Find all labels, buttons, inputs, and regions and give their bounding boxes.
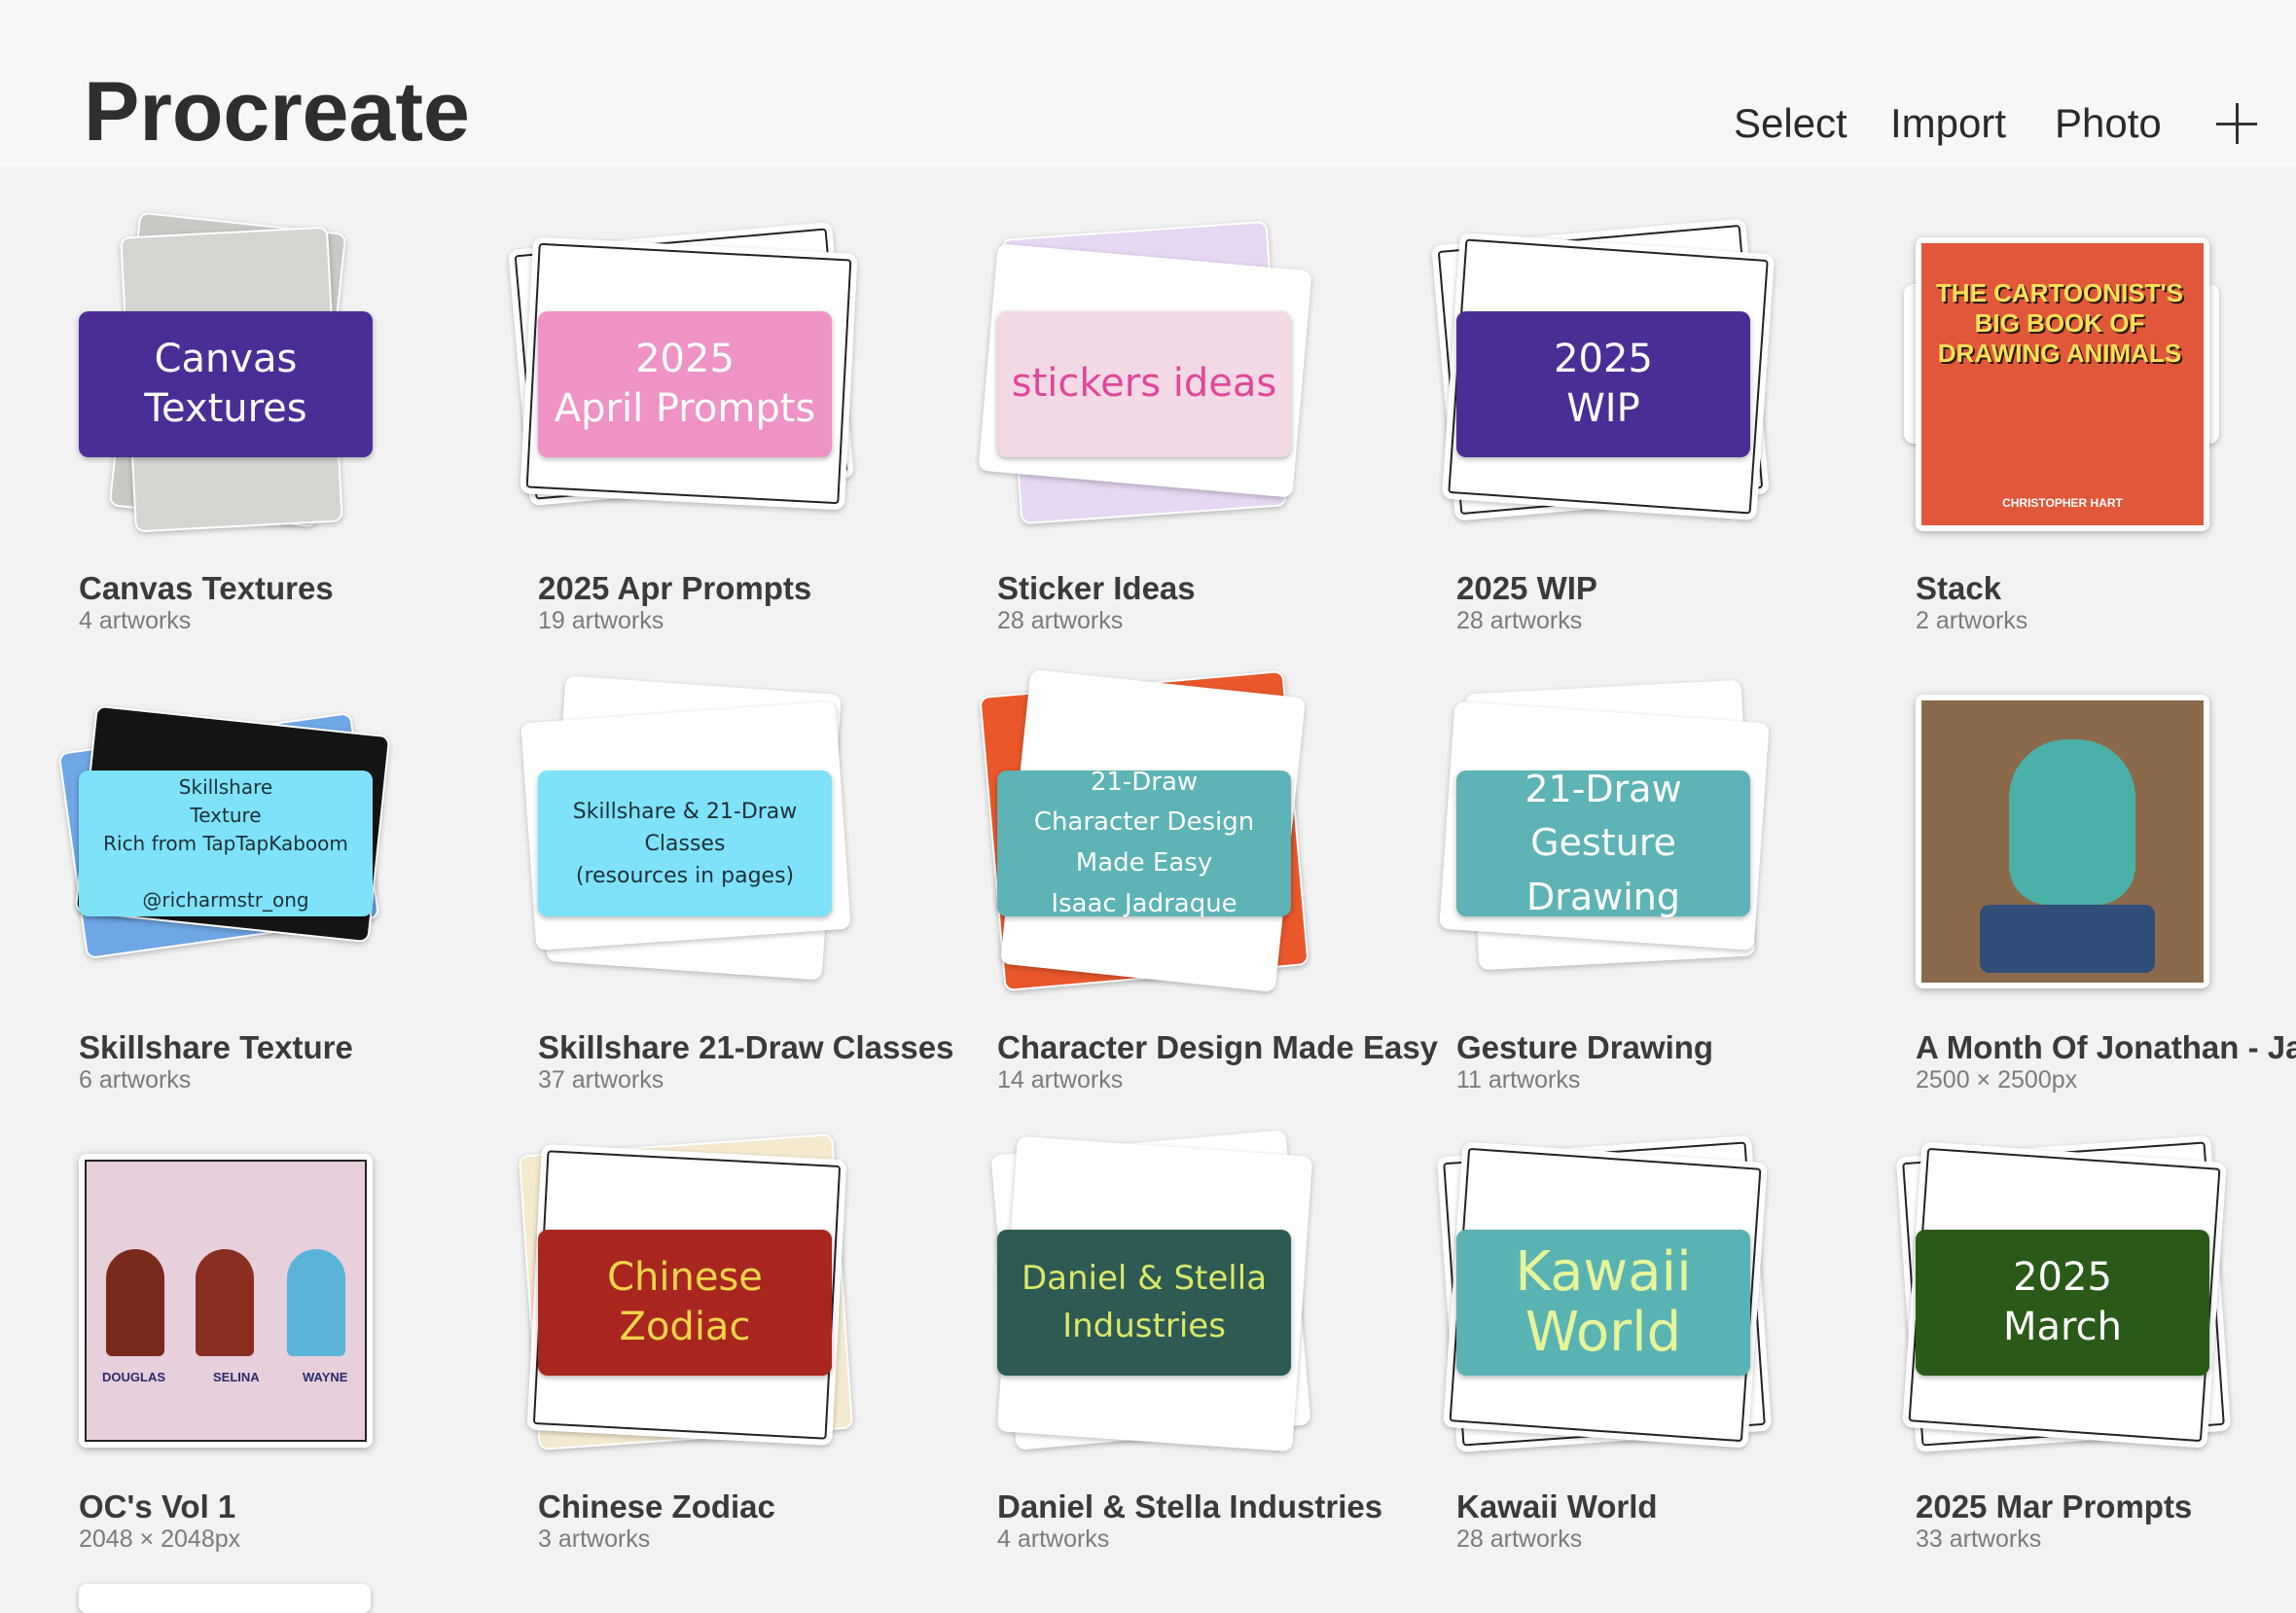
stack-cover: 2025 April Prompts: [538, 311, 832, 457]
gallery-stack-skillshare-texture[interactable]: Skillshare Texture Rich from TapTapKaboo…: [57, 677, 487, 1093]
stack-title: Stack: [1916, 570, 2002, 606]
artwork-count: 4 artworks: [997, 1525, 1110, 1553]
photo-button[interactable]: Photo: [2055, 100, 2162, 147]
gallery-stack-2025-wip[interactable]: 2025 WIP 2025 WIP 28 artworks: [1431, 218, 1865, 634]
artwork-card: [1916, 695, 2209, 988]
top-bar: Procreate Select Import Photo: [0, 0, 2296, 167]
stack-title: 2025 Mar Prompts: [1916, 1488, 2193, 1524]
character-figure: [196, 1249, 254, 1356]
stack-title: 2025 Apr Prompts: [538, 570, 812, 606]
stack-title: Daniel & Stella Industries: [997, 1488, 1383, 1524]
artwork-image: [1921, 700, 2204, 983]
stack-thumbnail: Chinese Zodiac: [518, 1133, 869, 1467]
stack-title: Skillshare 21-Draw Classes: [538, 1029, 954, 1065]
gallery-stack-skillshare-21-draw-classes[interactable]: Skillshare & 21-Draw Classes (resources …: [520, 675, 953, 1093]
artwork-count: 2 artworks: [1916, 607, 2028, 634]
character-figure: [106, 1249, 164, 1356]
book-cover-card: THE CARTOONIST'S BIG BOOK OF DRAWING ANI…: [1916, 237, 2209, 531]
gallery-stack-stack[interactable]: THE CARTOONIST'S BIG BOOK OF DRAWING ANI…: [1904, 218, 2296, 634]
book-author: CHRISTOPHER HART: [2002, 496, 2123, 510]
artwork-image: DOUGLAS SELINA WAYNE: [85, 1160, 367, 1442]
stack-title: Character Design Made Easy: [997, 1029, 1439, 1065]
next-row-peek: [79, 1584, 371, 1613]
artwork-count: 11 artworks: [1456, 1066, 1581, 1093]
stack-title: Kawaii World: [1456, 1488, 1658, 1524]
artwork-thumbnail: DOUGLAS SELINA WAYNE: [79, 1136, 410, 1467]
book-title: THE CARTOONIST'S BIG BOOK OF DRAWING ANI…: [1935, 278, 2184, 369]
gallery-stack-chinese-zodiac[interactable]: Chinese Zodiac Chinese Zodiac 3 artworks: [518, 1133, 947, 1553]
stack-cover: Canvas Textures: [79, 311, 373, 457]
stack-title: Sticker Ideas: [997, 570, 1196, 606]
stool-shape: [1980, 905, 2155, 973]
stack-title: Gesture Drawing: [1456, 1029, 1714, 1065]
artwork-count: 28 artworks: [1456, 607, 1583, 634]
artwork-thumbnail: [1916, 677, 2246, 1008]
stack-thumbnail: 2025 March: [1895, 1135, 2246, 1467]
gallery-stack-2025-mar-prompts[interactable]: 2025 March 2025 Mar Prompts 33 artworks: [1895, 1135, 2296, 1553]
stack-cover: Daniel & Stella Industries: [997, 1230, 1291, 1376]
gallery-artwork-a-month-of-jonathan[interactable]: A Month Of Jonathan - Jan 2500 × 2500px: [1916, 677, 2296, 1093]
stack-thumbnail: 2025 April Prompts: [508, 218, 869, 549]
stack-thumbnail: Canvas Textures: [79, 211, 410, 549]
artwork-count: 28 artworks: [1456, 1525, 1583, 1553]
stack-thumbnail: Skillshare Texture Rich from TapTapKaboo…: [57, 677, 410, 1008]
stack-thumbnail: Skillshare & 21-Draw Classes (resources …: [520, 675, 869, 1008]
gallery-stack-character-design-made-easy[interactable]: 21-Draw Character Design Made Easy Isaac…: [979, 668, 1438, 1093]
app-title: Procreate: [84, 65, 470, 159]
select-button[interactable]: Select: [1734, 100, 1848, 147]
stack-cover: 21-Draw Gesture Drawing: [1456, 768, 1750, 918]
gallery-stack-kawaii-world[interactable]: Kawaii World Kawaii World 28 artworks: [1436, 1135, 1865, 1553]
import-button[interactable]: Import: [1890, 100, 2006, 147]
artwork-title: OC's Vol 1: [79, 1488, 236, 1524]
stack-cover: Chinese Zodiac: [538, 1230, 832, 1376]
new-canvas-plus-icon[interactable]: [2216, 103, 2257, 144]
artwork-card: DOUGLAS SELINA WAYNE: [79, 1154, 373, 1448]
stack-thumbnail: stickers ideas: [978, 218, 1328, 549]
gallery-stack-sticker-ideas[interactable]: stickers ideas Sticker Ideas 28 artworks: [978, 218, 1406, 634]
character-name: DOUGLAS: [102, 1370, 165, 1384]
artwork-size: 2048 × 2048px: [79, 1525, 241, 1553]
stack-thumbnail: 21-Draw Character Design Made Easy Isaac…: [979, 668, 1328, 1008]
artwork-count: 14 artworks: [997, 1066, 1124, 1093]
artwork-count: 19 artworks: [538, 607, 664, 634]
character-name: SELINA: [213, 1370, 260, 1384]
stack-cover: 21-Draw Character Design Made Easy Isaac…: [997, 768, 1291, 918]
artwork-count: 6 artworks: [79, 1066, 192, 1093]
artwork-count: 4 artworks: [79, 607, 192, 634]
stack-thumbnail: THE CARTOONIST'S BIG BOOK OF DRAWING ANI…: [1904, 218, 2246, 549]
stack-cover: stickers ideas: [997, 311, 1291, 457]
gallery-stack-canvas-textures[interactable]: Canvas Textures Canvas Textures 4 artwor…: [79, 211, 487, 634]
artwork-count: 37 artworks: [538, 1066, 664, 1093]
gallery-stack-daniel-stella-industries[interactable]: Daniel & Stella Industries Daniel & Stel…: [990, 1129, 1406, 1553]
artwork-title: A Month Of Jonathan - Jan: [1916, 1029, 2296, 1065]
book-cover-art: THE CARTOONIST'S BIG BOOK OF DRAWING ANI…: [1921, 243, 2204, 525]
stack-thumbnail: 2025 WIP: [1431, 218, 1787, 549]
artwork-size: 2500 × 2500px: [1916, 1066, 2078, 1093]
artwork-count: 33 artworks: [1916, 1525, 2042, 1553]
stack-cover: Kawaii World: [1456, 1230, 1750, 1376]
stack-thumbnail: Kawaii World: [1436, 1135, 1787, 1467]
stack-thumbnail: 21-Draw Gesture Drawing: [1439, 677, 1787, 1008]
stack-cover: 2025 WIP: [1456, 311, 1750, 457]
stack-cover: Skillshare Texture Rich from TapTapKaboo…: [79, 771, 373, 916]
stack-cover: 2025 March: [1916, 1230, 2209, 1376]
stack-title: Skillshare Texture: [79, 1029, 353, 1065]
gallery-artwork-ocs-vol-1[interactable]: DOUGLAS SELINA WAYNE OC's Vol 1 2048 × 2…: [79, 1136, 487, 1553]
stack-cover: Skillshare & 21-Draw Classes (resources …: [538, 771, 832, 916]
stack-title: 2025 WIP: [1456, 570, 1597, 606]
character-name: WAYNE: [303, 1370, 348, 1384]
character-figure: [287, 1249, 345, 1356]
stack-title: Chinese Zodiac: [538, 1488, 775, 1524]
artwork-count: 3 artworks: [538, 1525, 651, 1553]
artwork-count: 28 artworks: [997, 607, 1124, 634]
gallery-stack-2025-apr-prompts[interactable]: 2025 April Prompts 2025 Apr Prompts 19 a…: [508, 218, 947, 634]
stack-title: Canvas Textures: [79, 570, 334, 606]
monster-figure: [2009, 739, 2135, 905]
stack-thumbnail: Daniel & Stella Industries: [990, 1129, 1328, 1467]
gallery-stack-gesture-drawing[interactable]: 21-Draw Gesture Drawing Gesture Drawing …: [1439, 677, 1865, 1093]
